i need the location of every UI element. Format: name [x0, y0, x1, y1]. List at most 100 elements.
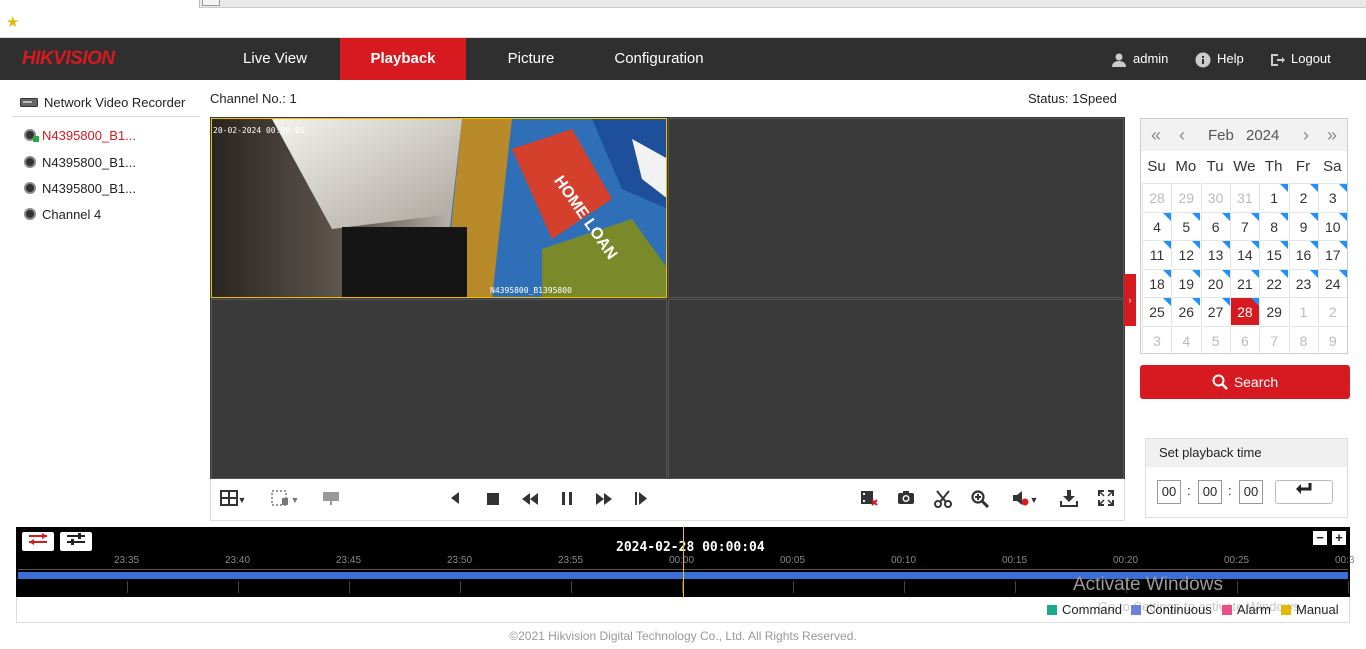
calendar-day[interactable]: 20: [1200, 268, 1230, 297]
calendar-day[interactable]: 19: [1171, 268, 1201, 297]
video-window-3[interactable]: [211, 299, 667, 479]
calendar-day[interactable]: 6: [1229, 326, 1259, 354]
calendar-day[interactable]: 15: [1259, 240, 1289, 269]
calendar-day[interactable]: 28: [1142, 183, 1171, 211]
calendar-day[interactable]: 3: [1142, 326, 1171, 354]
calendar-day[interactable]: 16: [1288, 240, 1318, 269]
nav-playback[interactable]: Playback: [340, 38, 466, 80]
stream-icon[interactable]: [320, 490, 342, 510]
channel-item-1[interactable]: N4395800_B1...: [24, 127, 136, 145]
calendar-day[interactable]: 28: [1229, 297, 1259, 326]
calendar-day[interactable]: 8: [1259, 211, 1289, 240]
channel-item-3[interactable]: N4395800_B1...: [24, 180, 136, 198]
calendar-day[interactable]: 17: [1317, 240, 1347, 269]
channel-item-4[interactable]: Channel 4: [24, 206, 101, 224]
prev-month-icon[interactable]: ‹: [1172, 124, 1192, 146]
calendar-day[interactable]: 14: [1229, 240, 1259, 269]
calendar-day[interactable]: 27: [1200, 297, 1230, 326]
clip-icon[interactable]: [858, 490, 880, 510]
calendar-day[interactable]: 9: [1317, 326, 1347, 354]
calendar-day[interactable]: 30: [1200, 183, 1230, 211]
legend-swatch: [1222, 605, 1232, 615]
calendar-day[interactable]: 4: [1142, 211, 1171, 240]
pause-icon[interactable]: [556, 490, 578, 510]
download-icon[interactable]: [1058, 490, 1080, 510]
timeline-current-time: 2024-02-28 00:00:04: [616, 540, 765, 555]
search-button[interactable]: Search: [1140, 365, 1350, 399]
calendar-day[interactable]: 2: [1317, 297, 1347, 326]
collapse-panel-arrow-icon[interactable]: ›: [1124, 274, 1136, 326]
nav-configuration[interactable]: Configuration: [596, 38, 722, 80]
favorites-bar: [0, 8, 1366, 38]
channel-item-2[interactable]: N4395800_B1...: [24, 154, 136, 172]
calendar-day[interactable]: 5: [1200, 326, 1230, 354]
calendar-day[interactable]: 22: [1259, 268, 1289, 297]
calendar-day[interactable]: 29: [1259, 297, 1289, 326]
calendar-day[interactable]: 18: [1142, 268, 1171, 297]
zoom-icon[interactable]: [969, 490, 991, 510]
calendar-day[interactable]: 12: [1171, 240, 1201, 269]
calendar-day[interactable]: 4: [1171, 326, 1201, 354]
camera-icon: [24, 156, 36, 168]
nav-picture[interactable]: Picture: [470, 38, 592, 80]
cut-icon[interactable]: [932, 490, 954, 510]
calendar-day[interactable]: 24: [1317, 268, 1347, 297]
calendar-day[interactable]: 13: [1200, 240, 1230, 269]
frame-step-icon[interactable]: [630, 490, 652, 510]
logout-link[interactable]: Logout: [1269, 38, 1331, 80]
channel-label: N4395800_B1...: [42, 155, 136, 170]
search-icon: [1212, 374, 1228, 390]
new-tab-button[interactable]: [202, 0, 220, 6]
calendar-day[interactable]: 10: [1317, 211, 1347, 240]
nav-live-view[interactable]: Live View: [214, 38, 336, 80]
video-window-1[interactable]: HOME LOAN: [211, 118, 667, 298]
fast-icon[interactable]: [593, 490, 615, 510]
calendar-day[interactable]: 8: [1288, 326, 1318, 354]
user-icon: [1112, 53, 1126, 67]
slow-icon[interactable]: [519, 490, 541, 510]
favorites-star-icon[interactable]: ★: [6, 14, 19, 32]
calendar-day[interactable]: 31: [1229, 183, 1259, 211]
hour-input[interactable]: 00: [1157, 480, 1181, 504]
calendar-day[interactable]: 29: [1171, 183, 1201, 211]
calendar-day[interactable]: 9: [1288, 211, 1318, 240]
capture-icon[interactable]: [895, 490, 917, 510]
calendar-day[interactable]: 3: [1317, 183, 1347, 211]
browser-tab[interactable]: [0, 0, 200, 8]
enter-arrow-icon[interactable]: [1275, 480, 1333, 504]
calendar-day[interactable]: 5: [1171, 211, 1201, 240]
audio-icon[interactable]: ▼: [1006, 490, 1044, 510]
video-window-2[interactable]: [668, 118, 1124, 298]
calendar-day[interactable]: 1: [1288, 297, 1318, 326]
calendar-day[interactable]: 11: [1142, 240, 1171, 269]
help-link[interactable]: Help: [1195, 38, 1244, 80]
timeline-cursor[interactable]: [683, 527, 684, 597]
next-month-icon[interactable]: ›: [1296, 124, 1316, 146]
second-input[interactable]: 00: [1239, 480, 1263, 504]
calendar-day[interactable]: 7: [1259, 326, 1289, 354]
next-year-icon[interactable]: »: [1322, 124, 1342, 146]
tree-root-nvr[interactable]: Network Video Recorder: [20, 94, 185, 112]
calendar-day[interactable]: 21: [1229, 268, 1259, 297]
calendar-day[interactable]: 26: [1171, 297, 1201, 326]
calendar-day[interactable]: 7: [1229, 211, 1259, 240]
calendar-day[interactable]: 1: [1259, 183, 1289, 211]
window-select-icon[interactable]: ▼: [268, 490, 302, 510]
zoom-in-button[interactable]: +: [1332, 531, 1346, 545]
zoom-out-button[interactable]: −: [1313, 531, 1327, 545]
minute-input[interactable]: 00: [1198, 480, 1222, 504]
user-menu[interactable]: admin: [1111, 38, 1168, 80]
calendar-day[interactable]: 6: [1200, 211, 1230, 240]
calendar-day[interactable]: 23: [1288, 268, 1318, 297]
calendar-day[interactable]: 25: [1142, 297, 1171, 326]
prev-year-icon[interactable]: «: [1146, 124, 1166, 146]
layout-icon[interactable]: ▼: [218, 490, 248, 510]
calendar-day[interactable]: 2: [1288, 183, 1318, 211]
video-window-4[interactable]: [668, 299, 1124, 479]
reverse-play-icon[interactable]: [444, 490, 466, 510]
timeline-expand-icon[interactable]: [22, 532, 54, 551]
weekday-label: We: [1233, 158, 1256, 175]
stop-icon[interactable]: [482, 490, 504, 510]
timeline-settings-icon[interactable]: [60, 532, 92, 551]
fullscreen-icon[interactable]: [1095, 490, 1117, 510]
